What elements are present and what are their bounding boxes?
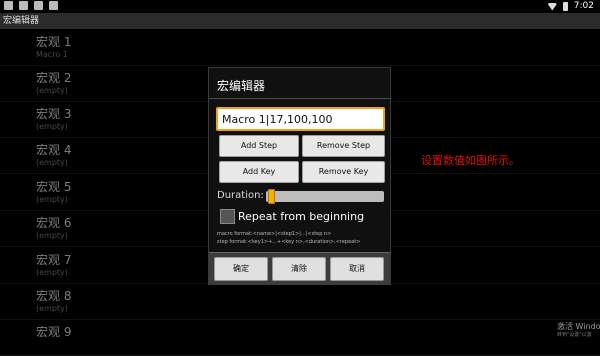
clear-button[interactable]: 清除 [272, 257, 326, 281]
instruction-annotation: 设置数值如图所示。 [421, 154, 520, 167]
repeat-label: Repeat from beginning [238, 210, 365, 223]
add-key-button[interactable]: Add Key [219, 161, 299, 183]
status-bar: 7:02 [0, 0, 600, 13]
notification-icon [49, 1, 58, 10]
notification-icons [4, 1, 58, 10]
system-icons: 7:02 [547, 0, 594, 13]
divider [209, 98, 390, 99]
macro-editor-dialog: 宏编辑器 Add Step Remove Step Add Key Remove… [208, 67, 391, 285]
add-step-button[interactable]: Add Step [219, 135, 299, 157]
macro-input[interactable] [216, 107, 385, 131]
activation-watermark-sub: 转到"设置"以激 [557, 332, 592, 338]
ok-button[interactable]: 确定 [214, 257, 268, 281]
remove-key-button[interactable]: Remove Key [302, 161, 385, 183]
dialog-title: 宏编辑器 [217, 79, 266, 93]
duration-slider[interactable] [266, 191, 384, 202]
battery-icon [562, 2, 568, 11]
cancel-button[interactable]: 取消 [330, 257, 384, 281]
wifi-icon [547, 2, 557, 11]
notification-icon [34, 1, 43, 10]
duration-slider-thumb[interactable] [268, 189, 275, 204]
remove-step-button[interactable]: Remove Step [302, 135, 385, 157]
notification-icon [19, 1, 28, 10]
dialog-footer: 确定 清除 取消 [209, 252, 390, 285]
repeat-checkbox[interactable] [220, 209, 235, 224]
step-format-help: step format:<key1>+...+<key n>,<duration… [217, 239, 361, 245]
duration-label: Duration: [217, 190, 264, 201]
notification-icon [4, 1, 13, 10]
app-title: 宏编辑器 [0, 13, 600, 29]
clock: 7:02 [573, 1, 594, 11]
macro-format-help: macro format:<name>|<step1>|...|<step n> [217, 231, 332, 237]
